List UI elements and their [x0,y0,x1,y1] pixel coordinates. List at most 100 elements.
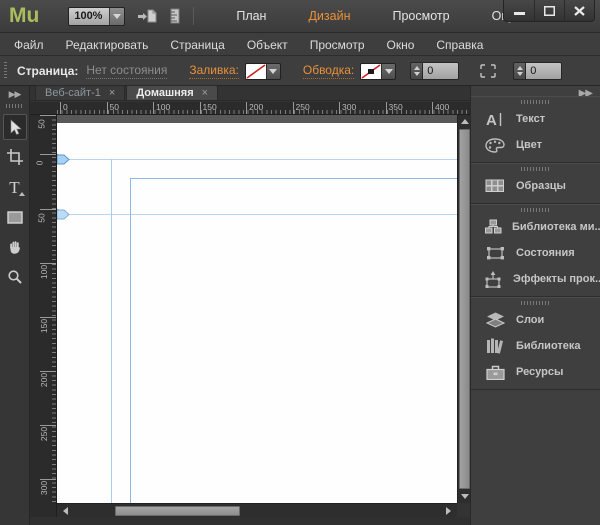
scroll-left-icon[interactable] [59,504,72,518]
ruler-tick [40,154,56,155]
corner-radius-stepper[interactable] [513,62,526,80]
stroke-weight-field[interactable]: 0 [423,62,459,80]
bottom-strip [30,517,470,525]
panel-group-grip[interactable] [521,301,551,305]
stepper-up-icon[interactable] [517,66,523,70]
close-icon[interactable]: × [202,87,208,99]
stepper-down-icon[interactable] [414,72,420,76]
stepper-up-icon[interactable] [414,66,420,70]
selection-tool-icon[interactable] [3,114,27,140]
mode-nav-label: Дизайн [308,9,350,23]
zoom-level-select[interactable]: 100% [68,7,125,26]
stroke-label[interactable]: Обводка: [303,63,354,79]
menu-item[interactable]: Редактировать [55,38,160,52]
text-tool-glyph: T [9,179,19,196]
maximize-button[interactable] [534,0,564,21]
footer-guide-handle[interactable] [57,209,70,220]
zoom-tool-icon[interactable] [3,264,27,290]
content-left-border-guide[interactable] [130,178,131,503]
panel-item-текст[interactable]: AТекст [471,106,600,132]
stroke-none-swatch[interactable] [361,64,381,79]
panel-item-библиотека[interactable]: Библиотека [471,333,600,359]
scroll-right-icon[interactable] [442,504,455,518]
panel-item-эффекты-прок-[interactable]: Эффекты прок... [471,266,600,292]
ruler-tick [40,479,56,480]
scrollbar-corner [457,503,470,517]
stroke-swatch-control[interactable] [360,63,396,80]
preview-page-icon[interactable] [137,8,157,24]
corner-radius-icon[interactable] [477,61,499,81]
panel-item-слои[interactable]: Слои [471,307,600,333]
fill-label[interactable]: Заливка: [189,63,239,79]
design-canvas[interactable] [57,115,457,503]
page-surface[interactable] [57,123,457,503]
layers-icon [484,312,506,328]
panel-item-label: Цвет [516,139,542,151]
corner-radius-field[interactable]: 0 [526,62,562,80]
footer-guide-line[interactable] [57,214,457,215]
site-properties-icon[interactable] [169,8,181,24]
panel-item-label: Образцы [516,180,566,192]
vertical-scrollbar[interactable] [457,115,470,503]
vertical-scrollbar-thumb[interactable] [459,129,470,489]
header-guide-line[interactable] [57,159,457,160]
header-guide-handle[interactable] [57,154,70,165]
panel-group-grip[interactable] [521,100,551,104]
panel-group: СлоиБиблиотекаРесурсы [471,297,600,390]
menu-item[interactable]: Объект [236,38,299,52]
panel-item-библиотека-ми-[interactable]: Библиотека ми... [471,214,600,240]
library-icon [484,338,506,354]
ruler-label: 0 [60,102,68,114]
ruler-label: 50 [37,119,47,128]
page-state-dropdown[interactable]: Нет состояния [86,63,167,79]
adobe-muse-window: Mu 100% ПланДизайнПросмотрОпубли [0,0,600,525]
mode-nav-item[interactable]: Просмотр [393,9,450,23]
ruler-label: 400 [432,102,449,114]
corner-radius-control: 0 [513,62,562,80]
menu-item[interactable]: Файл [0,38,55,52]
horizontal-scrollbar[interactable] [57,503,457,517]
chevron-down-icon[interactable] [109,8,124,25]
rectangle-tool-icon[interactable] [3,204,27,230]
stroke-weight-stepper[interactable] [410,62,423,80]
panel-group-grip[interactable] [521,208,551,212]
document-tab[interactable]: Веб-сайт-1× [35,85,125,100]
panel-group-grip[interactable] [521,167,551,171]
control-bar: Страница: Нет состояния Заливка: Обводка… [0,57,600,86]
horizontal-ruler[interactable]: 050100150200250300350400 [30,102,470,115]
menu-item[interactable]: Страница [159,38,235,52]
document-tab[interactable]: Домашняя× [126,85,218,100]
stroke-weight-control: 0 [410,62,459,80]
panel-item-состояния[interactable]: Состояния [471,240,600,266]
crop-tool-icon[interactable] [3,144,27,170]
ruler-label: 250 [293,102,310,114]
scroll-effects-icon [484,271,503,288]
horizontal-scrollbar-thumb[interactable] [115,506,240,516]
panel-item-ресурсы[interactable]: Ресурсы [471,359,600,385]
control-bar-grip [4,62,7,80]
chevron-down-icon[interactable] [266,64,280,79]
close-button[interactable] [564,0,594,21]
minimize-button[interactable] [504,0,534,21]
mode-nav-item[interactable]: Дизайн [308,9,350,23]
panel-item-образцы[interactable]: Образцы [471,173,600,199]
left-margin-guide[interactable] [111,159,112,503]
fill-swatch-control[interactable] [245,63,281,80]
menu-item[interactable]: Справка [425,38,494,52]
fill-none-swatch[interactable] [246,64,266,79]
text-icon: A [484,111,506,128]
menu-item[interactable]: Окно [376,38,426,52]
ruler-label: 150 [39,319,49,333]
text-tool-icon[interactable]: T [3,174,27,200]
hand-tool-icon[interactable] [3,234,27,260]
expand-panel-icon[interactable]: ▶▶ [0,86,29,100]
close-icon[interactable]: × [109,87,115,99]
ruler-ticks [52,115,56,517]
chevron-down-icon[interactable] [381,64,395,79]
vertical-ruler[interactable]: 50050100150200250300 [30,115,57,517]
content-top-border-guide[interactable] [130,178,457,179]
mode-nav-item[interactable]: План [236,9,266,23]
menu-item[interactable]: Просмотр [299,38,376,52]
panel-item-цвет[interactable]: Цвет [471,132,600,158]
stepper-down-icon[interactable] [517,72,523,76]
